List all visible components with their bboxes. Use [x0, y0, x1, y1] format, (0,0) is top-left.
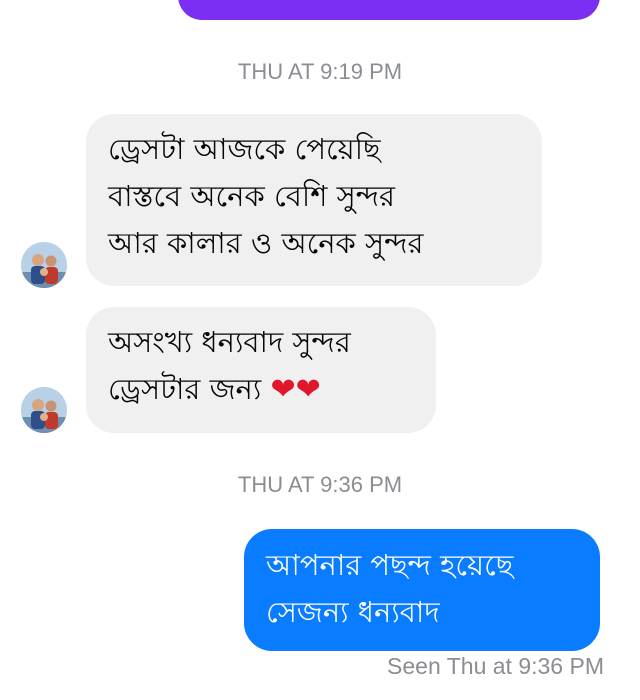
timestamp-divider: THU AT 9:36 PM [237, 472, 403, 497]
contact-avatar[interactable] [21, 242, 67, 288]
outgoing-message-bubble[interactable]: আপনার পছন্দ হয়েছে সেজন্য ধন্যবাদ [244, 529, 600, 651]
seen-status: Seen Thu at 9:36 PM [387, 653, 604, 679]
message-line: আর কালার ও অনেক সুন্দর [108, 226, 424, 260]
heart-emoji: ❤❤ [270, 372, 321, 407]
message-line: বাস্তবে অনেক বেশি সুন্দর [108, 179, 395, 213]
incoming-message-bubble[interactable]: ড্রেসটা আজকে পেয়েছি বাস্তবে অনেক বেশি স… [86, 114, 542, 286]
incoming-message-bubble[interactable]: অসংখ্য ধন্যবাদ সুন্দর ড্রেসটার জন্য ❤❤ [86, 307, 436, 433]
message-line: আপনার পছন্দ হয়েছে [266, 548, 514, 582]
avatar-photo-icon [21, 242, 67, 288]
message-line: অসংখ্য ধন্যবাদ সুন্দর [108, 325, 351, 359]
message-line: ড্রেসটার জন্য [108, 372, 262, 406]
message-line: সেজন্য ধন্যবাদ [266, 595, 440, 629]
avatar-photo-icon [21, 387, 67, 433]
contact-avatar[interactable] [21, 387, 67, 433]
timestamp-divider: THU AT 9:19 PM [237, 59, 403, 84]
previous-message-bubble[interactable] [178, 0, 600, 20]
message-line: ড্রেসটা আজকে পেয়েছি [108, 132, 381, 166]
